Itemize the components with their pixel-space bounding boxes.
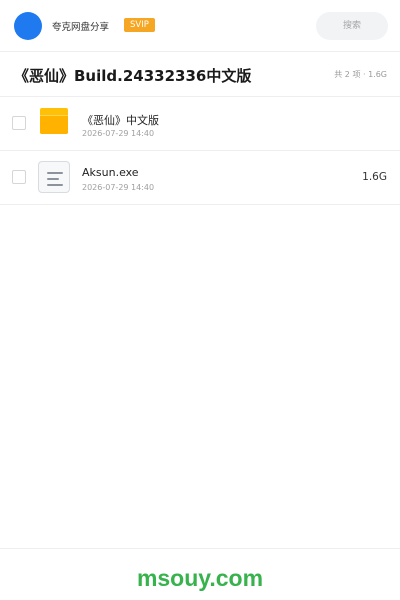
file-name[interactable]: Aksun.exe xyxy=(82,166,139,179)
footer: msouy.com xyxy=(0,548,400,600)
select-checkbox[interactable] xyxy=(12,116,26,130)
search-input[interactable] xyxy=(316,12,388,40)
share-title-row: 《恶仙》Build.24332336中文版 共 2 项 · 1.6G xyxy=(0,52,400,97)
username: 夸克网盘分享 xyxy=(52,22,110,33)
watermark-text: msouy.com xyxy=(136,565,264,591)
file-name[interactable]: 《恶仙》中文版 xyxy=(82,112,159,128)
file-icon xyxy=(38,161,70,193)
select-checkbox[interactable] xyxy=(12,170,26,184)
page-title: 《恶仙》Build.24332336中文版 xyxy=(14,67,252,85)
file-row-folder[interactable]: 《恶仙》中文版 2026-07-29 14:40 xyxy=(0,97,400,151)
file-row-exe[interactable]: Aksun.exe 2026-07-29 14:40 1.6G xyxy=(0,151,400,205)
file-date: 2026-07-29 14:40 xyxy=(82,183,155,192)
avatar[interactable] xyxy=(14,12,42,40)
file-summary: 共 2 项 · 1.6G xyxy=(334,70,387,79)
folder-icon xyxy=(40,108,68,134)
file-size: 1.6G xyxy=(362,171,387,183)
file-date: 2026-07-29 14:40 xyxy=(82,129,155,138)
header: 夸克网盘分享 SVIP xyxy=(0,0,400,52)
svip-badge: SVIP xyxy=(124,18,155,32)
